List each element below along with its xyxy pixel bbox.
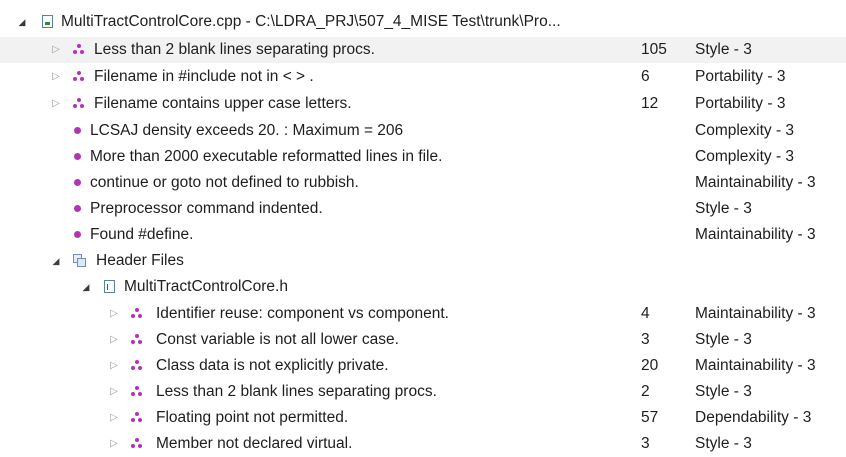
violation-group-icon (73, 98, 84, 109)
triangle-right-icon[interactable]: ▷ (108, 431, 120, 457)
violation-label: More than 2000 executable reformatted li… (90, 148, 443, 165)
violation-group-icon (73, 44, 84, 55)
header-file-label: MultiTractControlCore.h (124, 278, 288, 295)
triangle-right-icon[interactable]: ▷ (108, 353, 120, 379)
violation-count: 4 (641, 305, 650, 322)
violation-category: Portability - 3 (695, 68, 786, 85)
violation-label: continue or goto not defined to rubbish. (90, 174, 359, 191)
violation-dot-icon (74, 179, 81, 186)
tree-row-header-file[interactable]: ◢ MultiTractControlCore.h (0, 274, 846, 300)
triangle-down-icon[interactable]: ◢ (80, 274, 92, 300)
violations-tree: ◢ MultiTractControlCore.cpp - C:\LDRA_PR… (0, 0, 846, 454)
violation-category: Style - 3 (695, 383, 752, 400)
header-folder-icon (73, 254, 87, 267)
violation-category: Portability - 3 (695, 95, 786, 112)
violation-category: Style - 3 (695, 331, 752, 348)
violation-label: LCSAJ density exceeds 20. : Maximum = 20… (90, 122, 404, 139)
violation-count: 12 (641, 95, 659, 112)
violation-group-icon (131, 438, 142, 449)
cpp-file-icon (42, 15, 53, 28)
violation-dot-icon (74, 127, 81, 134)
violation-dot-icon (74, 153, 81, 160)
triangle-down-icon[interactable]: ◢ (50, 248, 62, 274)
violation-row[interactable]: More than 2000 executable reformatted li… (0, 144, 846, 170)
triangle-right-icon[interactable]: ▷ (108, 405, 120, 431)
violation-label: Member not declared virtual. (156, 435, 353, 452)
violation-group-icon (131, 386, 142, 397)
violation-label: Filename contains upper case letters. (94, 95, 352, 112)
violation-dot-icon (74, 231, 81, 238)
triangle-right-icon[interactable]: ▷ (50, 91, 62, 117)
violation-label: Less than 2 blank lines separating procs… (94, 41, 375, 58)
violation-count: 2 (641, 383, 650, 400)
violation-label: Identifier reuse: component vs component… (156, 305, 449, 322)
violation-group-row[interactable]: ▷ Filename in #include not in < > . 6 Po… (0, 64, 846, 90)
header-file-icon (104, 280, 115, 293)
triangle-right-icon[interactable]: ▷ (108, 379, 120, 405)
violation-count: 57 (641, 409, 659, 426)
violation-group-row[interactable]: ▷ Less than 2 blank lines separating pro… (0, 379, 846, 405)
violation-row[interactable]: continue or goto not defined to rubbish.… (0, 170, 846, 196)
violation-count: 105 (641, 41, 667, 58)
violation-category: Style - 3 (695, 200, 752, 217)
violation-group-row[interactable]: ▷ Const variable is not all lower case. … (0, 327, 846, 353)
violation-count: 3 (641, 435, 650, 452)
violation-group-row[interactable]: ▷ Identifier reuse: component vs compone… (0, 301, 846, 327)
violation-label: Floating point not permitted. (156, 409, 349, 426)
violation-group-row[interactable]: ▷ Class data is not explicitly private. … (0, 353, 846, 379)
violation-group-row[interactable]: ▷ Member not declared virtual. 3 Style -… (0, 431, 846, 457)
violation-count: 3 (641, 331, 650, 348)
violation-group-row[interactable]: ▷ Filename contains upper case letters. … (0, 91, 846, 117)
violation-label: Const variable is not all lower case. (156, 331, 399, 348)
triangle-down-icon[interactable]: ◢ (16, 9, 28, 35)
violation-row[interactable]: Preprocessor command indented. Style - 3 (0, 196, 846, 222)
triangle-right-icon[interactable]: ▷ (108, 327, 120, 353)
triangle-right-icon[interactable]: ▷ (108, 301, 120, 327)
header-folder-label: Header Files (96, 252, 184, 269)
triangle-right-icon[interactable]: ▷ (50, 64, 62, 90)
violation-category: Complexity - 3 (695, 148, 795, 165)
violation-dot-icon (74, 205, 81, 212)
violation-label: Less than 2 blank lines separating procs… (156, 383, 437, 400)
cpp-file-label: MultiTractControlCore.cpp - C:\LDRA_PRJ\… (61, 13, 561, 30)
violation-category: Dependability - 3 (695, 409, 812, 426)
violation-category: Style - 3 (695, 41, 752, 58)
violation-group-icon (131, 360, 142, 371)
violation-row[interactable]: Found #define. Maintainability - 3 (0, 222, 846, 248)
violation-label: Class data is not explicitly private. (156, 357, 389, 374)
violation-row[interactable]: LCSAJ density exceeds 20. : Maximum = 20… (0, 118, 846, 144)
violation-group-icon (73, 71, 84, 82)
violation-category: Style - 3 (695, 435, 752, 452)
violation-group-icon (131, 308, 142, 319)
triangle-right-icon[interactable]: ▷ (50, 37, 62, 63)
violation-category: Maintainability - 3 (695, 305, 816, 322)
violation-category: Maintainability - 3 (695, 357, 816, 374)
tree-row-cpp-file[interactable]: ◢ MultiTractControlCore.cpp - C:\LDRA_PR… (0, 9, 846, 35)
violation-count: 6 (641, 68, 650, 85)
violation-label: Found #define. (90, 226, 194, 243)
violation-label: Preprocessor command indented. (90, 200, 323, 217)
tree-row-header-folder[interactable]: ◢ Header Files (0, 248, 846, 274)
violation-label: Filename in #include not in < > . (94, 68, 314, 85)
violation-group-row[interactable]: ▷ Less than 2 blank lines separating pro… (0, 37, 846, 63)
violation-group-row[interactable]: ▷ Floating point not permitted. 57 Depen… (0, 405, 846, 431)
violation-count: 20 (641, 357, 659, 374)
violation-category: Maintainability - 3 (695, 226, 816, 243)
violation-group-icon (131, 412, 142, 423)
violation-category: Complexity - 3 (695, 122, 795, 139)
violation-group-icon (131, 334, 142, 345)
violation-category: Maintainability - 3 (695, 174, 816, 191)
